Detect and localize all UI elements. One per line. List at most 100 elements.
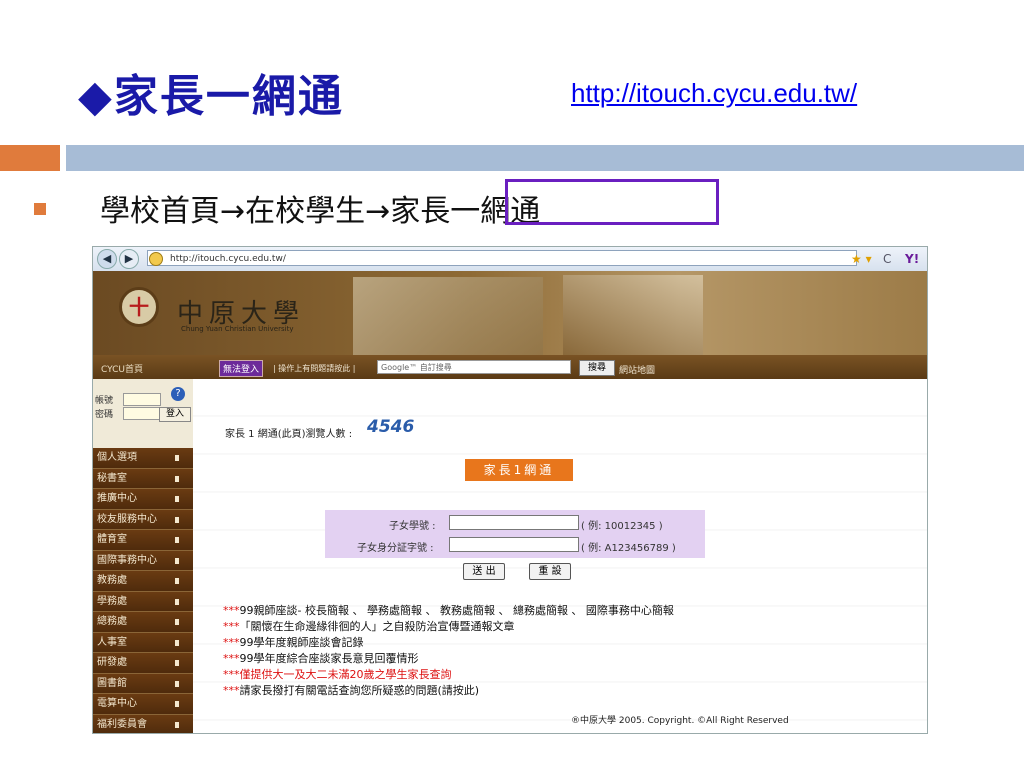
news-item[interactable]: ***「關懷在生命邊緣徘徊的人」之自殺防治宣傳暨通報文章 (223, 618, 515, 634)
sidebar-item-label: 人事室 (97, 636, 127, 648)
bullet-text: 學校首頁→在校學生→家長一網通 (100, 194, 541, 229)
sidebar-item[interactable]: 國際事務中心 (93, 550, 193, 571)
accent-bar-orange (0, 145, 60, 171)
sidebar-item[interactable]: 總務處 (93, 612, 193, 633)
news-stars: *** (223, 620, 240, 633)
search-input[interactable]: Google™ 自訂搜尋 (377, 360, 571, 374)
password-input[interactable] (123, 407, 161, 420)
news-text: 請家長撥打有關電話查詢您所疑惑的問題(請按此) (239, 684, 480, 697)
news-item[interactable]: ***99學年度綜合座談家長意見回覆情形 (223, 650, 419, 666)
id-card-label: 子女身分証字號 : (357, 543, 434, 554)
menu-arrow-icon (175, 619, 179, 625)
menu-arrow-icon (175, 557, 179, 564)
accent-bar-blue (66, 145, 1024, 171)
sidebar-item[interactable]: 電算中心 (93, 694, 193, 715)
help-link[interactable]: | 操作上有問題請按此 | (273, 363, 355, 374)
browser-toolbar: ◀ ▶ http://itouch.cycu.edu.tw/ ★ ▾ C Y! (93, 247, 927, 272)
menu-arrow-icon (175, 680, 179, 687)
menu-arrow-icon (175, 516, 179, 523)
sidebar-item[interactable]: 體育室 (93, 530, 193, 551)
menu-arrow-icon (175, 496, 179, 502)
nav-home-link[interactable]: CYCU首頁 (101, 362, 143, 375)
news-text: 99學年度綜合座談家長意見回覆情形 (239, 652, 419, 665)
news-text: 僅提供大一及大二未滿20歲之學生家長查詢 (239, 668, 452, 681)
site-favicon-icon (149, 252, 163, 266)
submit-button[interactable]: 送 出 (463, 563, 505, 580)
refresh-icon[interactable]: C (883, 252, 891, 266)
sidebar-item[interactable]: 學務處 (93, 591, 193, 612)
reset-button[interactable]: 重 設 (529, 563, 571, 580)
news-text: 「關懷在生命邊緣徘徊的人」之自殺防治宣傳暨通報文章 (239, 620, 515, 633)
menu-arrow-icon (175, 578, 179, 584)
password-label: 密碼 (95, 410, 114, 420)
sidebar-item[interactable]: 校友服務中心 (93, 509, 193, 530)
highlight-box (505, 179, 719, 225)
news-stars: *** (223, 652, 240, 665)
sidebar-item-label: 研發處 (97, 657, 127, 668)
student-id-input[interactable] (449, 515, 579, 530)
login-button[interactable]: 登入 (159, 407, 191, 422)
menu-arrow-icon (175, 598, 179, 605)
menu-arrow-icon (175, 721, 179, 728)
sidebar-item-label: 總務處 (97, 616, 127, 627)
account-input[interactable] (123, 393, 161, 406)
sidebar-item-label: 國際事務中心 (97, 554, 157, 566)
news-stars: *** (223, 636, 240, 649)
sidebar-item[interactable]: 福利委員會 (93, 714, 193, 733)
sidebar-item[interactable]: 教務處 (93, 571, 193, 592)
university-logo-icon: 十 (119, 287, 159, 327)
student-id-label: 子女學號 : (389, 521, 436, 532)
news-item[interactable]: ***99親師座談- 校長簡報 、 學務處簡報 、 教務處簡報 、 總務處簡報 … (223, 602, 674, 618)
slide-title: ◆家長一網通 (78, 71, 344, 122)
browser-window: ◀ ▶ http://itouch.cycu.edu.tw/ ★ ▾ C Y! … (92, 246, 928, 734)
copyright-text: ®中原大學 2005. Copyright. ©All Right Reserv… (571, 716, 789, 726)
menu-arrow-icon (175, 537, 179, 543)
back-arrow-icon[interactable]: ◀ (97, 249, 117, 269)
account-label: 帳號 (95, 396, 114, 406)
sidebar-item-label: 體育室 (97, 534, 127, 545)
sidebar-item-label: 福利委員會 (97, 718, 147, 730)
forward-arrow-icon[interactable]: ▶ (119, 249, 139, 269)
sidebar-item[interactable]: 推廣中心 (93, 489, 193, 510)
news-stars: *** (223, 668, 240, 681)
sitemap-link[interactable]: 網站地圖 (619, 363, 655, 376)
sidebar-item-label: 校友服務中心 (97, 513, 157, 525)
sidebar-item[interactable]: 研發處 (93, 653, 193, 674)
query-form: 子女學號 : ( 例: 10012345 ) 子女身分証字號 : ( 例: A1… (325, 510, 705, 558)
sidebar-item[interactable]: 個人選項 (93, 448, 193, 469)
university-english-name: Chung Yuan Christian University (181, 325, 294, 333)
news-stars: *** (223, 604, 240, 617)
search-button[interactable]: 搜尋 (579, 360, 615, 376)
sidebar-item-label: 秘書室 (97, 472, 127, 484)
news-item[interactable]: ***99學年度親師座談會記錄 (223, 634, 364, 650)
sidebar-item-label: 教務處 (97, 575, 127, 586)
student-id-hint: ( 例: 10012345 ) (581, 521, 663, 532)
sidebar-item-label: 推廣中心 (97, 493, 137, 504)
banner-building-image (353, 277, 543, 355)
login-problem-link[interactable]: 無法登入 (219, 360, 264, 377)
news-text: 99親師座談- 校長簡報 、 學務處簡報 、 教務處簡報 、 總務處簡報 、 國… (239, 604, 674, 617)
slide-url-link[interactable]: http://itouch.cycu.edu.tw/ (571, 78, 857, 109)
views-label: 家長 1 網通(此頁)瀏覽人數 : (225, 429, 353, 440)
sidebar-item[interactable]: 人事室 (93, 632, 193, 653)
menu-arrow-icon (175, 660, 179, 666)
sidebar-item-label: 學務處 (97, 595, 127, 607)
menu-arrow-icon (175, 701, 179, 707)
menu-arrow-icon (175, 475, 179, 482)
news-text: 99學年度親師座談會記錄 (239, 636, 364, 649)
views-count: 4546 (367, 417, 415, 437)
bookmark-star-icon[interactable]: ★ ▾ (851, 252, 872, 266)
address-bar[interactable]: http://itouch.cycu.edu.tw/ (147, 250, 857, 266)
sidebar-item[interactable]: 秘書室 (93, 468, 193, 489)
family-portal-title: 家長1網通 (465, 459, 573, 481)
menu-arrow-icon (175, 639, 179, 646)
bullet-square-icon (34, 203, 46, 215)
news-item[interactable]: ***僅提供大一及大二未滿20歲之學生家長查詢 (223, 666, 452, 682)
news-item[interactable]: ***請家長撥打有關電話查詢您所疑惑的問題(請按此) (223, 682, 479, 698)
sidebar-item-label: 個人選項 (97, 452, 137, 463)
sidebar-item[interactable]: 圖書館 (93, 673, 193, 694)
help-icon[interactable]: ? (171, 387, 185, 401)
yahoo-icon[interactable]: Y! (905, 252, 919, 266)
banner-building-image (563, 275, 703, 355)
id-card-input[interactable] (449, 537, 579, 552)
